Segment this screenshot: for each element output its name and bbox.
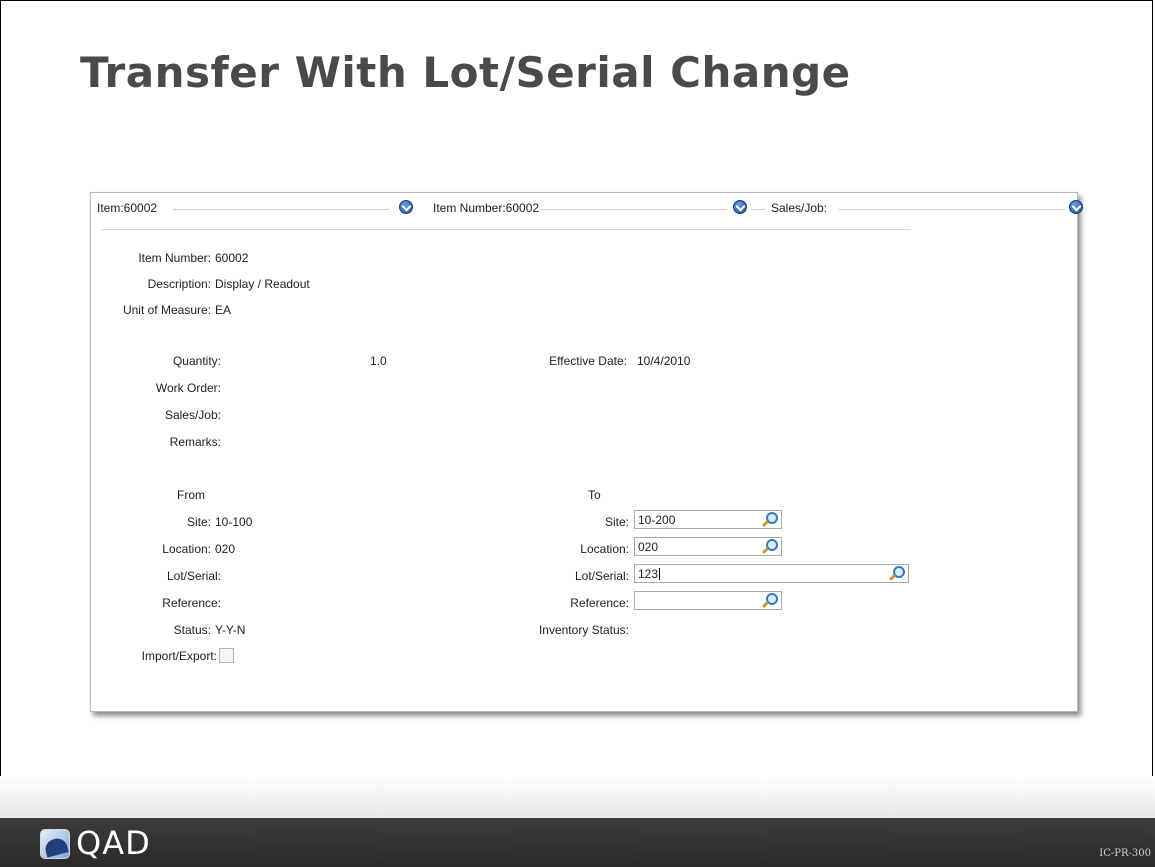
search-icon[interactable] (761, 592, 778, 609)
search-icon[interactable] (888, 565, 905, 582)
item-number-value: 60002 (215, 251, 249, 265)
from-lot-serial-label: Lot/Serial: (166, 569, 221, 583)
item-number-label: Item Number: (138, 251, 211, 265)
slide-title: Transfer With Lot/Serial Change (80, 48, 851, 97)
to-location-field[interactable]: 020 (634, 537, 782, 556)
quantity-label: Quantity: (172, 354, 221, 368)
header-item-section: Item:60002 (97, 200, 427, 216)
to-site-label: Site: (604, 515, 629, 529)
inventory-status-label: Inventory Status: (538, 623, 629, 637)
header-divider (173, 209, 389, 210)
to-lot-serial-label: Lot/Serial: (574, 569, 629, 583)
remarks-label: Remarks: (169, 435, 221, 449)
chevron-down-icon[interactable] (733, 200, 747, 214)
description-label: Description: (147, 277, 211, 291)
sales-job-label: Sales/Job: (164, 408, 221, 422)
transfer-form-panel: Item:60002 Item Number:60002 Sales/Job: … (90, 192, 1083, 712)
to-lot-serial-value: 123 (638, 567, 659, 581)
search-icon[interactable] (761, 538, 778, 555)
header-divider (541, 209, 727, 210)
to-location-label: Location: (580, 542, 629, 556)
from-reference-label: Reference: (162, 596, 221, 610)
header-item-number-section: Item Number:60002 (433, 200, 763, 216)
from-status-label: Status: (173, 623, 211, 637)
to-reference-field[interactable] (634, 591, 782, 610)
effective-date-value: 10/4/2010 (637, 354, 691, 368)
footer-fade (0, 776, 1155, 818)
unit-of-measure-label: Unit of Measure: (122, 303, 211, 317)
text-cursor (659, 568, 661, 580)
from-location-label: Location: (162, 542, 211, 556)
from-site-label: Site: (186, 515, 211, 529)
unit-of-measure-value: EA (215, 303, 232, 317)
to-site-field[interactable]: 10-200 (634, 510, 782, 529)
effective-date-label: Effective Date: (549, 354, 627, 368)
from-location-value: 020 (215, 542, 236, 556)
import-export-label: Import/Export: (141, 649, 217, 663)
header-sales-job-label: Sales/Job: (771, 201, 828, 215)
to-location-value: 020 (638, 540, 659, 554)
description-value: Display / Readout (215, 277, 310, 291)
header-item-label: Item:60002 (97, 201, 158, 215)
work-order-label: Work Order: (155, 381, 221, 395)
import-export-checkbox[interactable] (219, 648, 234, 663)
chevron-down-icon[interactable] (1069, 200, 1083, 214)
from-heading: From (177, 488, 205, 502)
header-separator (101, 229, 911, 230)
to-reference-label: Reference: (570, 596, 629, 610)
from-site-value: 10-100 (215, 515, 253, 529)
quantity-value: 1.0 (370, 354, 387, 368)
to-site-value: 10-200 (638, 513, 676, 527)
from-status-value: Y-Y-N (215, 623, 246, 637)
search-icon[interactable] (761, 511, 778, 528)
qad-logo-icon (40, 829, 70, 859)
slide-footer (0, 818, 1155, 867)
to-heading: To (588, 488, 601, 502)
header-divider (839, 209, 1065, 210)
brand-name: QAD (76, 824, 151, 862)
slide-code: IC-PR-300 (1099, 848, 1151, 859)
header-sales-job-section: Sales/Job: (751, 200, 1083, 216)
chevron-down-icon[interactable] (399, 200, 413, 214)
header-item-number-label: Item Number:60002 (433, 201, 540, 215)
header-divider (751, 209, 765, 210)
to-lot-serial-field[interactable]: 123 (634, 564, 909, 583)
